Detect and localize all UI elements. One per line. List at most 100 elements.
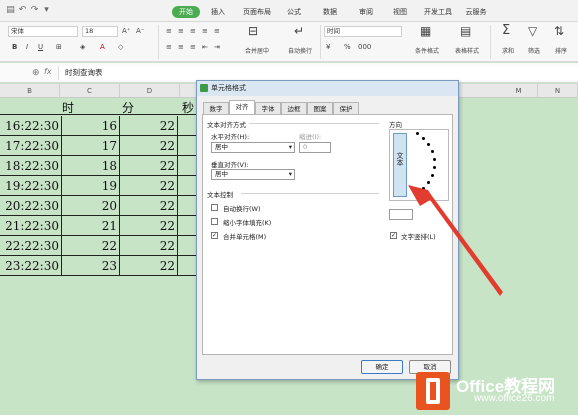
table-style-button[interactable]: ▤ 表格样式 — [448, 24, 486, 60]
decrease-font-icon[interactable]: A⁻ — [136, 26, 144, 36]
font-color-icon[interactable]: A — [100, 42, 105, 52]
tab-alignment[interactable]: 对齐 — [229, 100, 255, 114]
table-cell[interactable]: 21:22:30 — [0, 216, 62, 236]
table-cell[interactable]: 16:22:30 — [0, 116, 62, 136]
table-cell[interactable]: 20:22:30 — [0, 196, 62, 216]
table-cell[interactable]: 20 — [62, 196, 120, 216]
align-bottom-icon[interactable]: ≡ — [190, 26, 196, 36]
h-align-select[interactable]: 居中 ▾ — [211, 142, 295, 153]
tab-font[interactable]: 字体 — [255, 102, 281, 114]
table-cell[interactable]: 17 — [62, 136, 120, 156]
align-center-icon[interactable]: ≡ — [178, 42, 184, 52]
table-cell[interactable]: 18:22:30 — [0, 156, 62, 176]
ok-button[interactable]: 确定 — [361, 360, 403, 374]
merge-checkbox[interactable]: ✓ — [211, 232, 218, 239]
indent-increase-icon[interactable]: ⇥ — [214, 42, 220, 52]
italic-button[interactable]: I — [26, 42, 28, 52]
indent-input[interactable]: 0 — [299, 142, 331, 153]
column-header-d[interactable]: D — [120, 84, 180, 98]
dial-dot — [431, 150, 434, 153]
border-icon[interactable]: ⊞ — [56, 42, 62, 52]
increase-font-icon[interactable]: A⁺ — [122, 26, 130, 36]
degree-spinner[interactable] — [389, 209, 413, 220]
column-header-m[interactable]: M — [500, 84, 538, 98]
rotation-dial[interactable] — [410, 132, 448, 198]
table-cell[interactable]: 22 — [120, 256, 178, 276]
column-header-n[interactable]: N — [538, 84, 578, 98]
currency-icon[interactable]: ¥ — [326, 42, 330, 52]
zoom-search-icon[interactable]: ⊕ — [32, 68, 40, 78]
wrap-checkbox[interactable] — [211, 204, 218, 211]
table-cell[interactable]: 17:22:30 — [0, 136, 62, 156]
tab-data[interactable]: 数据 — [320, 6, 340, 18]
dropdown-icon[interactable]: ▾ — [42, 6, 51, 15]
align-top-icon[interactable]: ≡ — [166, 26, 172, 36]
table-cell[interactable]: 22 — [120, 196, 178, 216]
table-cell[interactable]: 22 — [120, 156, 178, 176]
font-name-select[interactable]: 宋体 — [8, 26, 78, 37]
header-hour[interactable]: 时 — [62, 99, 74, 116]
align-distributed-icon[interactable]: ≡ — [214, 26, 220, 36]
table-cell[interactable]: 22 — [62, 236, 120, 256]
tab-number[interactable]: 数字 — [203, 102, 229, 114]
header-second[interactable]: 秒 — [182, 99, 194, 116]
table-cell[interactable]: 23 — [62, 256, 120, 276]
align-left-icon[interactable]: ≡ — [166, 42, 172, 52]
tab-cloud[interactable]: 云服务 — [462, 6, 490, 18]
underline-button[interactable]: U — [38, 42, 43, 52]
tab-view[interactable]: 视图 — [390, 6, 410, 18]
table-cell[interactable]: 22:22:30 — [0, 236, 62, 256]
vertical-text-button[interactable]: 文本 — [393, 133, 407, 197]
tab-insert[interactable]: 插入 — [208, 6, 228, 18]
v-align-select[interactable]: 居中 ▾ — [211, 169, 295, 180]
fx-label[interactable]: fx — [44, 67, 52, 76]
font-size-select[interactable]: 18 — [82, 26, 118, 37]
table-cell[interactable]: 23:22:30 — [0, 256, 62, 276]
table-cell[interactable]: 19:22:30 — [0, 176, 62, 196]
table-cell[interactable]: 19 — [62, 176, 120, 196]
save-icon[interactable]: ▤ — [6, 6, 15, 15]
redo-icon[interactable]: ↷ — [30, 6, 39, 15]
wrap-text-button[interactable]: ↵ 自动换行 — [282, 24, 318, 60]
number-format-select[interactable]: 时间 — [324, 26, 402, 37]
fill-color-icon[interactable]: ◈ — [80, 42, 85, 52]
conditional-format-button[interactable]: ▦ 条件格式 — [408, 24, 446, 60]
clear-format-icon[interactable]: ◇ — [118, 42, 123, 52]
tab-review[interactable]: 审阅 — [356, 6, 376, 18]
tab-formula[interactable]: 公式 — [284, 6, 304, 18]
tab-developer[interactable]: 开发工具 — [422, 6, 454, 18]
table-cell[interactable]: 22 — [120, 176, 178, 196]
group-divider — [249, 123, 379, 124]
bold-button[interactable]: B — [12, 42, 17, 52]
tab-border[interactable]: 边框 — [281, 102, 307, 114]
undo-icon[interactable]: ↶ — [18, 6, 27, 15]
column-header-c[interactable]: C — [60, 84, 120, 98]
sort-button[interactable]: ⇅ 排序 — [548, 24, 574, 60]
align-right-icon[interactable]: ≡ — [190, 42, 196, 52]
table-cell[interactable]: 16 — [62, 116, 120, 136]
table-cell[interactable]: 22 — [120, 216, 178, 236]
tab-pattern[interactable]: 图案 — [307, 102, 333, 114]
merge-center-button[interactable]: ⊟ 合并居中 — [236, 24, 276, 60]
indent-decrease-icon[interactable]: ⇤ — [202, 42, 208, 52]
table-cell[interactable]: 18 — [62, 156, 120, 176]
table-cell[interactable]: 21 — [62, 216, 120, 236]
thousands-button[interactable]: 000 — [358, 42, 371, 52]
formula-input[interactable]: 时刻查询表 — [58, 66, 578, 80]
tab-protection[interactable]: 保护 — [333, 102, 359, 114]
align-justify-icon[interactable]: ≡ — [202, 26, 208, 36]
header-minute[interactable]: 分 — [122, 99, 134, 116]
table-cell[interactable]: 22 — [120, 236, 178, 256]
column-header-b[interactable]: B — [0, 84, 60, 98]
tab-home[interactable]: 开始 — [172, 6, 200, 18]
tab-page-layout[interactable]: 页面布局 — [240, 6, 274, 18]
filter-button[interactable]: ▽ 筛选 — [522, 24, 546, 60]
sum-button[interactable]: Σ 求和 — [496, 24, 520, 60]
orientation-group-label: 方向 — [389, 121, 402, 129]
percent-button[interactable]: % — [344, 42, 351, 52]
vertical-text-checkbox[interactable]: ✓ — [390, 232, 397, 239]
table-cell[interactable]: 22 — [120, 136, 178, 156]
table-cell[interactable]: 22 — [120, 116, 178, 136]
shrink-checkbox[interactable] — [211, 218, 218, 225]
align-middle-icon[interactable]: ≡ — [178, 26, 184, 36]
